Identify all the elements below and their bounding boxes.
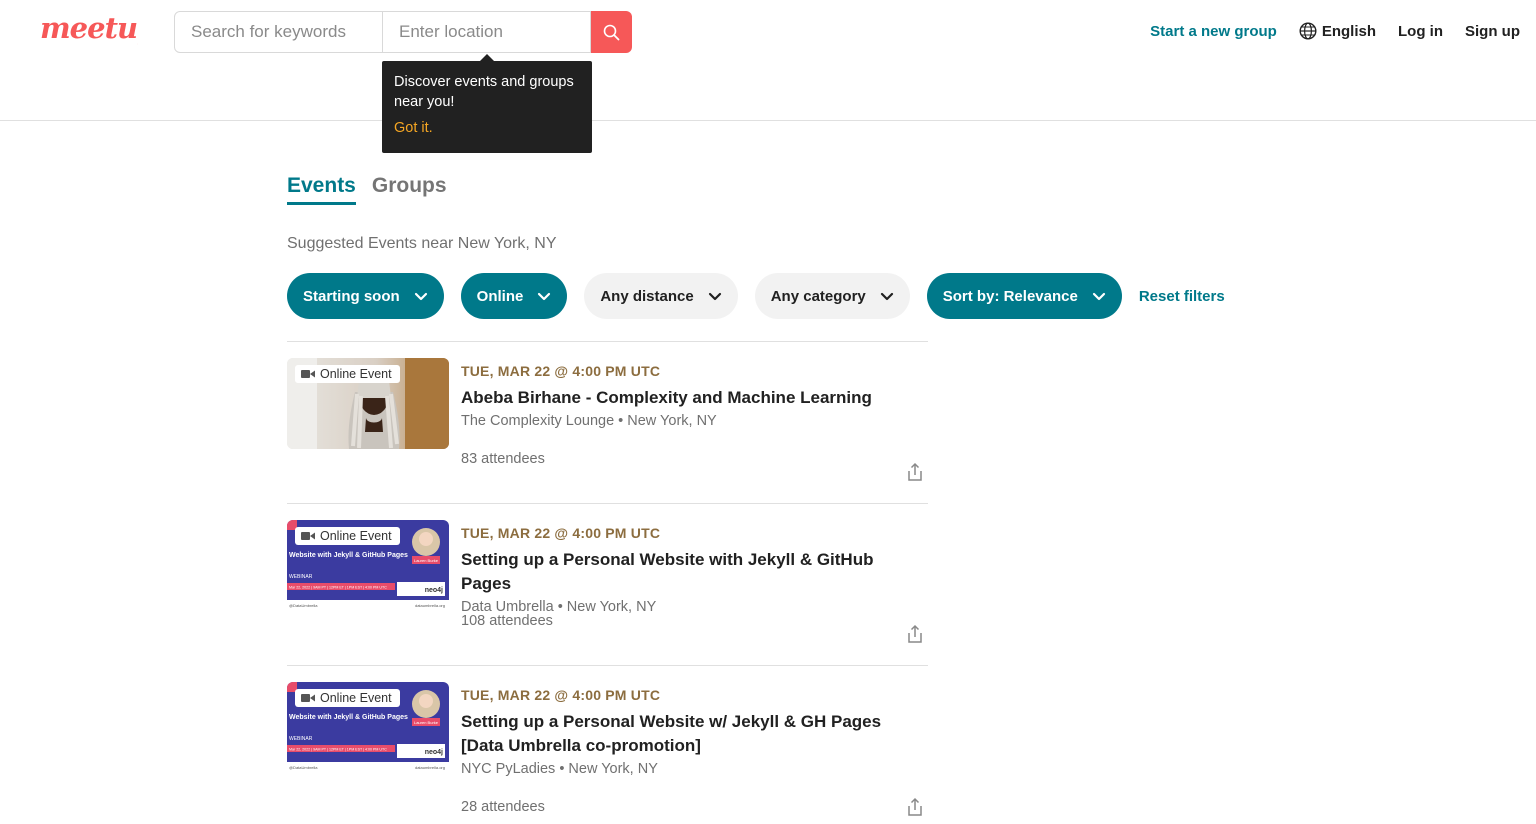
search-icon — [603, 24, 620, 40]
share-icon[interactable] — [904, 623, 926, 645]
event-date: TUE, MAR 22 @ 4:00 PM UTC — [461, 525, 661, 541]
event-info: TUE, MAR 22 @ 4:00 PM UTC Setting up a P… — [461, 525, 921, 615]
filter-label: Sort by: Relevance — [942, 287, 1078, 305]
event-attendees: 108 attendees — [461, 613, 553, 629]
video-camera-icon — [301, 532, 315, 540]
webinar-dates: Mar 22, 2022 | 9AM PT | 12PM ET | 1PM ES… — [289, 748, 387, 752]
share-icon[interactable] — [904, 796, 926, 818]
badge-label: Online Event — [320, 529, 392, 543]
filter-label: Any distance — [600, 287, 694, 305]
filter-label: Starting soon — [303, 287, 400, 305]
login-link[interactable]: Log in — [1398, 23, 1443, 40]
webinar-footer-left: @DataUmbrella — [289, 765, 318, 770]
meetup-logo[interactable]: meetup — [38, 10, 158, 52]
globe-icon — [1299, 22, 1317, 40]
badge-label: Online Event — [320, 691, 392, 705]
svg-text:meetup: meetup — [40, 11, 138, 45]
webinar-footer-left: @DataUmbrella — [289, 603, 318, 608]
online-event-badge: Online Event — [295, 689, 400, 707]
suggested-heading: Suggested Events near New York, NY — [287, 235, 557, 252]
distance-filter[interactable]: Any distance — [584, 273, 738, 319]
filter-bar: Starting soon Online Any distance Any ca… — [287, 273, 1225, 319]
reset-filters-link[interactable]: Reset filters — [1139, 288, 1225, 305]
signup-link[interactable]: Sign up — [1465, 23, 1520, 40]
event-attendees: 83 attendees — [461, 451, 545, 467]
event-group: NYC PyLadies • New York, NY — [461, 761, 658, 777]
language-label: English — [1321, 22, 1376, 40]
online-event-badge: Online Event — [295, 527, 400, 545]
tab-events[interactable]: Events — [287, 174, 356, 205]
webinar-dates: Mar 22, 2022 | 9AM PT | 12PM ET | 1PM ES… — [289, 586, 387, 590]
tab-groups[interactable]: Groups — [372, 174, 447, 205]
video-camera-icon — [301, 370, 315, 378]
share-icon[interactable] — [904, 461, 926, 483]
event-title[interactable]: Setting up a Personal Website w/ Jekyll … — [461, 710, 921, 758]
chevron-down-icon — [538, 292, 551, 300]
webinar-tag: WEBINAR — [289, 736, 313, 742]
webinar-sponsor: neo4j — [425, 749, 443, 756]
event-date: TUE, MAR 22 @ 4:00 PM UTC — [461, 363, 661, 379]
webinar-heading: Website with Jekyll & GitHub Pages — [289, 714, 408, 721]
start-group-link[interactable]: Start a new group — [1150, 23, 1277, 40]
event-thumbnail[interactable]: Website with Jekyll & GitHub Pages WEBIN… — [287, 520, 449, 611]
event-title[interactable]: Setting up a Personal Website with Jekyl… — [461, 548, 921, 596]
event-card[interactable]: Online Event TUE, MAR 22 @ 4:00 PM UTC A… — [287, 341, 928, 503]
webinar-speaker: Lauren Burke — [414, 720, 439, 725]
sort-filter[interactable]: Sort by: Relevance — [926, 273, 1122, 319]
chevron-down-icon — [880, 292, 893, 300]
header: meetup Start a new group English Log in … — [0, 0, 1536, 121]
chevron-down-icon — [708, 292, 721, 300]
location-tooltip: Discover events and groups near you! Got… — [382, 54, 592, 153]
online-filter[interactable]: Online — [460, 273, 568, 319]
filter-label: Online — [476, 287, 524, 305]
tooltip-text: Discover events and groups near you! — [394, 74, 574, 110]
starting-soon-filter[interactable]: Starting soon — [287, 273, 444, 319]
result-tabs: Events Groups — [287, 174, 463, 205]
search-bar — [174, 11, 632, 53]
location-input[interactable] — [383, 11, 591, 53]
event-card[interactable]: Website with Jekyll & GitHub Pages WEBIN… — [287, 665, 928, 824]
chevron-down-icon — [1092, 292, 1105, 300]
webinar-heading: Website with Jekyll & GitHub Pages — [289, 552, 408, 559]
webinar-sponsor: neo4j — [425, 587, 443, 594]
language-selector[interactable]: English — [1299, 22, 1376, 40]
event-info: TUE, MAR 22 @ 4:00 PM UTC Abeba Birhane … — [461, 363, 921, 429]
event-group: The Complexity Lounge • New York, NY — [461, 413, 717, 429]
webinar-footer-right: dataumbrella.org — [415, 603, 445, 608]
chevron-down-icon — [414, 292, 427, 300]
badge-label: Online Event — [320, 367, 392, 381]
event-list: Online Event TUE, MAR 22 @ 4:00 PM UTC A… — [287, 341, 928, 824]
search-button[interactable] — [591, 11, 632, 53]
header-nav: Start a new group English Log in Sign up — [1150, 22, 1520, 40]
webinar-footer-right: dataumbrella.org — [415, 765, 445, 770]
event-date: TUE, MAR 22 @ 4:00 PM UTC — [461, 687, 661, 703]
tooltip-dismiss-link[interactable]: Got it. — [394, 120, 433, 136]
event-thumbnail[interactable]: Website with Jekyll & GitHub Pages WEBIN… — [287, 682, 449, 773]
keyword-search-input[interactable] — [174, 11, 383, 53]
category-filter[interactable]: Any category — [754, 273, 910, 319]
webinar-speaker: Lauren Burke — [414, 558, 439, 563]
event-info: TUE, MAR 22 @ 4:00 PM UTC Setting up a P… — [461, 687, 921, 777]
event-card[interactable]: Website with Jekyll & GitHub Pages WEBIN… — [287, 503, 928, 665]
online-event-badge: Online Event — [295, 365, 400, 383]
webinar-tag: WEBINAR — [289, 574, 313, 580]
event-attendees: 28 attendees — [461, 799, 545, 815]
filter-label: Any category — [770, 287, 866, 305]
event-title[interactable]: Abeba Birhane - Complexity and Machine L… — [461, 386, 921, 410]
video-camera-icon — [301, 694, 315, 702]
event-thumbnail[interactable]: Online Event — [287, 358, 449, 449]
